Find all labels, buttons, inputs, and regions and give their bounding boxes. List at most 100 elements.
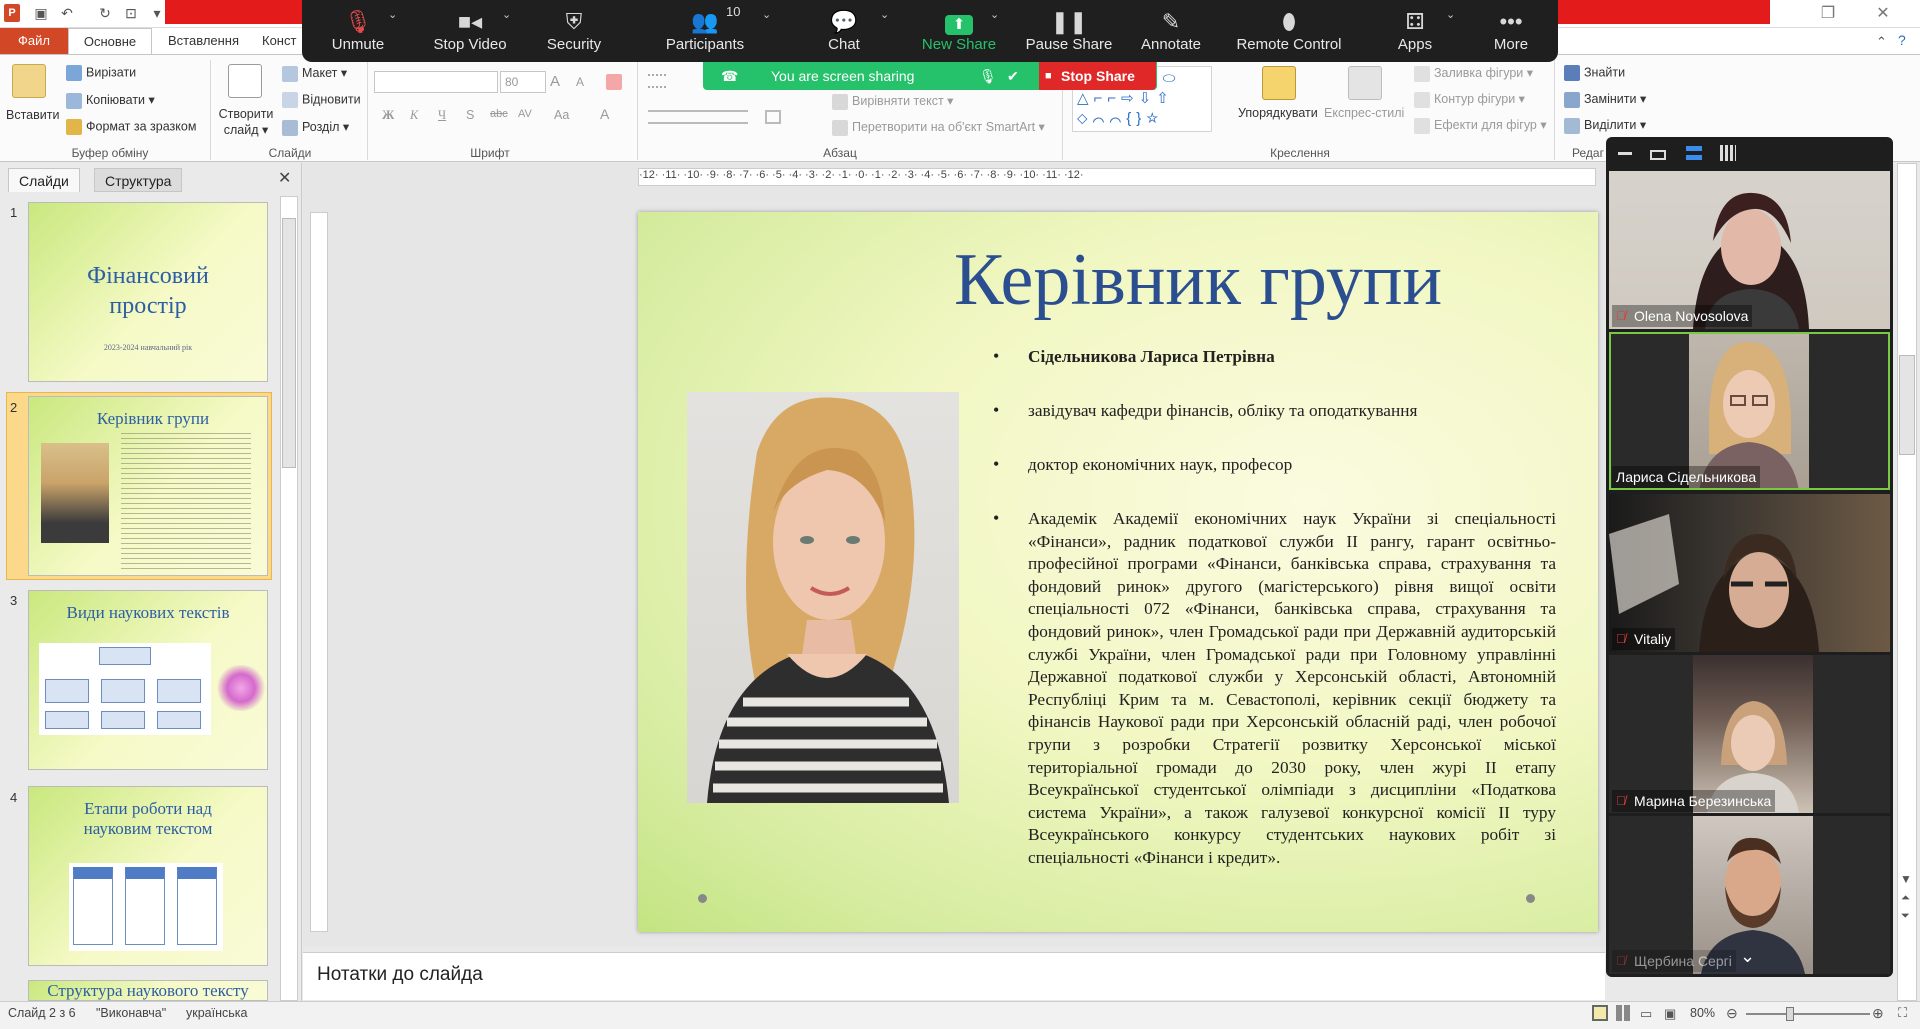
annotate-button[interactable]: ✎ Annotate (1130, 0, 1212, 62)
new-slide-icon[interactable] (228, 64, 262, 98)
slide-title[interactable]: Керівник групи (638, 238, 1598, 323)
collapse-ribbon-icon[interactable]: ⌃ (1876, 34, 1887, 50)
shape-effects-button[interactable]: Ефекти для фігур (1434, 118, 1537, 132)
slide-sorter-icon[interactable] (1616, 1005, 1632, 1021)
next-slide-icon[interactable]: ⏷ (1901, 910, 1910, 923)
slideshow-icon[interactable]: ▣ (1664, 1006, 1676, 1022)
video-options-chevron-icon[interactable]: ⌄ (502, 8, 511, 21)
slide-bullet-name[interactable]: Сідельникова Лариса Петрівна (1028, 346, 1556, 369)
clear-formatting-icon[interactable] (606, 74, 622, 90)
customize-qat-icon[interactable]: ▾ (148, 4, 166, 22)
security-button[interactable]: ⛨ Security (534, 0, 614, 62)
columns-icon[interactable] (765, 110, 781, 124)
slide-thumbnail-5[interactable]: Структура наукового тексту (28, 980, 268, 1001)
bullets-icon[interactable] (648, 74, 666, 88)
slide-bullet-degree[interactable]: доктор економічних наук, професор (1028, 454, 1556, 477)
tab-outline-panel[interactable]: Структура (94, 168, 183, 192)
shrink-font-button[interactable]: A (576, 75, 584, 89)
quick-styles-button[interactable]: Експрес-стилі (1324, 106, 1404, 120)
scroll-down-chevron-icon[interactable]: ⌄ (1740, 946, 1755, 967)
zoom-level[interactable]: 80% (1690, 1006, 1715, 1020)
smartart-button[interactable]: Перетворити на об'єкт SmartArt (852, 120, 1035, 134)
grow-font-button[interactable]: A (550, 73, 560, 90)
alignment-icons[interactable] (648, 110, 748, 124)
layout-button[interactable]: Макет (302, 66, 337, 80)
unmute-button[interactable]: 🎙 Unmute (318, 0, 398, 62)
help-icon[interactable]: ? (1898, 32, 1906, 48)
audio-options-chevron-icon[interactable]: ⌄ (388, 8, 397, 21)
format-painter-button[interactable]: Формат за зразком (86, 119, 196, 133)
slide-thumbnail-3[interactable]: Види наукових текстів (28, 590, 268, 770)
undo-icon[interactable]: ↶ (58, 4, 76, 22)
tab-insert[interactable]: Вставлення (156, 28, 251, 54)
speaker-view-icon[interactable] (1650, 150, 1666, 160)
reading-view-icon[interactable]: ▭ (1640, 1006, 1652, 1022)
find-button[interactable]: Знайти (1584, 65, 1625, 79)
select-button[interactable]: Виділити (1584, 118, 1636, 132)
normal-view-icon[interactable] (1592, 1005, 1608, 1021)
paste-button[interactable]: Вставити (6, 108, 59, 122)
arrange-button[interactable]: Упорядкувати (1238, 106, 1318, 120)
language-indicator[interactable]: українська (186, 1006, 247, 1020)
minimize-video-icon[interactable] (1618, 152, 1632, 155)
previous-slide-icon[interactable]: ⏶ (1901, 892, 1910, 905)
slide-bullet-biography[interactable]: Академік Академії економічних наук Украї… (1028, 508, 1556, 870)
stop-share-button[interactable]: ■ Stop Share (1039, 62, 1156, 90)
tab-slides-panel[interactable]: Слайди (8, 168, 80, 192)
char-spacing-button[interactable]: AV (518, 108, 532, 120)
shadow-button[interactable]: S (466, 108, 474, 122)
gallery-strip-icon[interactable] (1686, 146, 1702, 160)
share-options-chevron-icon[interactable]: ⌄ (990, 8, 999, 21)
close-panel-icon[interactable]: ✕ (278, 168, 291, 188)
scroll-down-icon[interactable]: ▼ (1900, 872, 1912, 886)
tab-home[interactable]: Основне (68, 28, 152, 54)
slide-thumbnail-2[interactable]: Керівник групи (28, 396, 268, 576)
new-slide-button[interactable]: Створити (219, 107, 274, 121)
zoom-out-icon[interactable]: ⊖ (1726, 1005, 1738, 1022)
pause-share-button[interactable]: ❚❚ Pause Share (1024, 0, 1114, 62)
restore-window-icon[interactable]: ❐ (1813, 2, 1843, 26)
participants-button[interactable]: 👥 Participants (650, 0, 760, 62)
scrollbar-thumb[interactable] (282, 218, 296, 468)
bold-button[interactable]: Ж (382, 108, 394, 123)
strikethrough-button[interactable]: abc (490, 108, 508, 120)
quick-styles-icon[interactable] (1348, 66, 1382, 100)
reset-button[interactable]: Відновити (302, 92, 361, 106)
redo-icon[interactable]: ↻ (96, 4, 114, 22)
zoom-slider[interactable] (1746, 1013, 1870, 1015)
zoom-slider-thumb[interactable] (1786, 1007, 1794, 1021)
arrange-icon[interactable] (1262, 66, 1296, 100)
shape-fill-button[interactable]: Заливка фігури (1434, 66, 1523, 80)
chat-button[interactable]: 💬 Chat (804, 0, 884, 62)
tab-design[interactable]: Конст (250, 28, 308, 54)
gallery-grid-icon[interactable] (1720, 145, 1736, 161)
copy-button[interactable]: Копіювати (86, 93, 145, 107)
start-presentation-icon[interactable]: ⊡ (122, 4, 140, 22)
chat-chevron-icon[interactable]: ⌄ (880, 8, 889, 21)
replace-button[interactable]: Замінити (1584, 92, 1636, 106)
cut-button[interactable]: Вирізати (86, 65, 136, 79)
save-icon[interactable]: ▣ (32, 4, 50, 22)
notes-pane[interactable]: Нотатки до слайда (303, 952, 1605, 1000)
paste-icon[interactable] (12, 64, 46, 98)
slide-portrait-photo[interactable] (687, 392, 959, 803)
font-name-dropdown[interactable] (374, 71, 498, 93)
apps-chevron-icon[interactable]: ⌄ (1446, 8, 1455, 21)
remote-control-button[interactable]: ⬮ Remote Control (1230, 0, 1348, 62)
underline-button[interactable]: Ч (438, 108, 446, 123)
slide-bullet-position[interactable]: завідувач кафедри фінансів, обліку та оп… (1028, 400, 1556, 423)
slide-thumbnail-4[interactable]: Етапи роботи над науковим текстом (28, 786, 268, 966)
slide-thumbnail-1[interactable]: Фінансовий простір 2023-2024 навчальний … (28, 202, 268, 382)
fit-slide-icon[interactable]: ⛶ (1898, 1005, 1907, 1021)
font-color-button[interactable]: A (600, 106, 609, 122)
scrollbar-thumb[interactable] (1899, 355, 1915, 455)
font-size-dropdown[interactable]: 80 (500, 71, 546, 93)
change-case-button[interactable]: Aa (554, 108, 569, 122)
shape-outline-button[interactable]: Контур фігури (1434, 92, 1515, 106)
align-text-button[interactable]: Вирівняти текст (852, 94, 944, 108)
tab-file[interactable]: Файл (0, 28, 68, 54)
apps-button[interactable]: ⚃ Apps (1380, 0, 1450, 62)
section-button[interactable]: Розділ (302, 120, 339, 134)
zoom-in-icon[interactable]: ⊕ (1872, 1005, 1884, 1022)
italic-button[interactable]: К (410, 108, 418, 123)
